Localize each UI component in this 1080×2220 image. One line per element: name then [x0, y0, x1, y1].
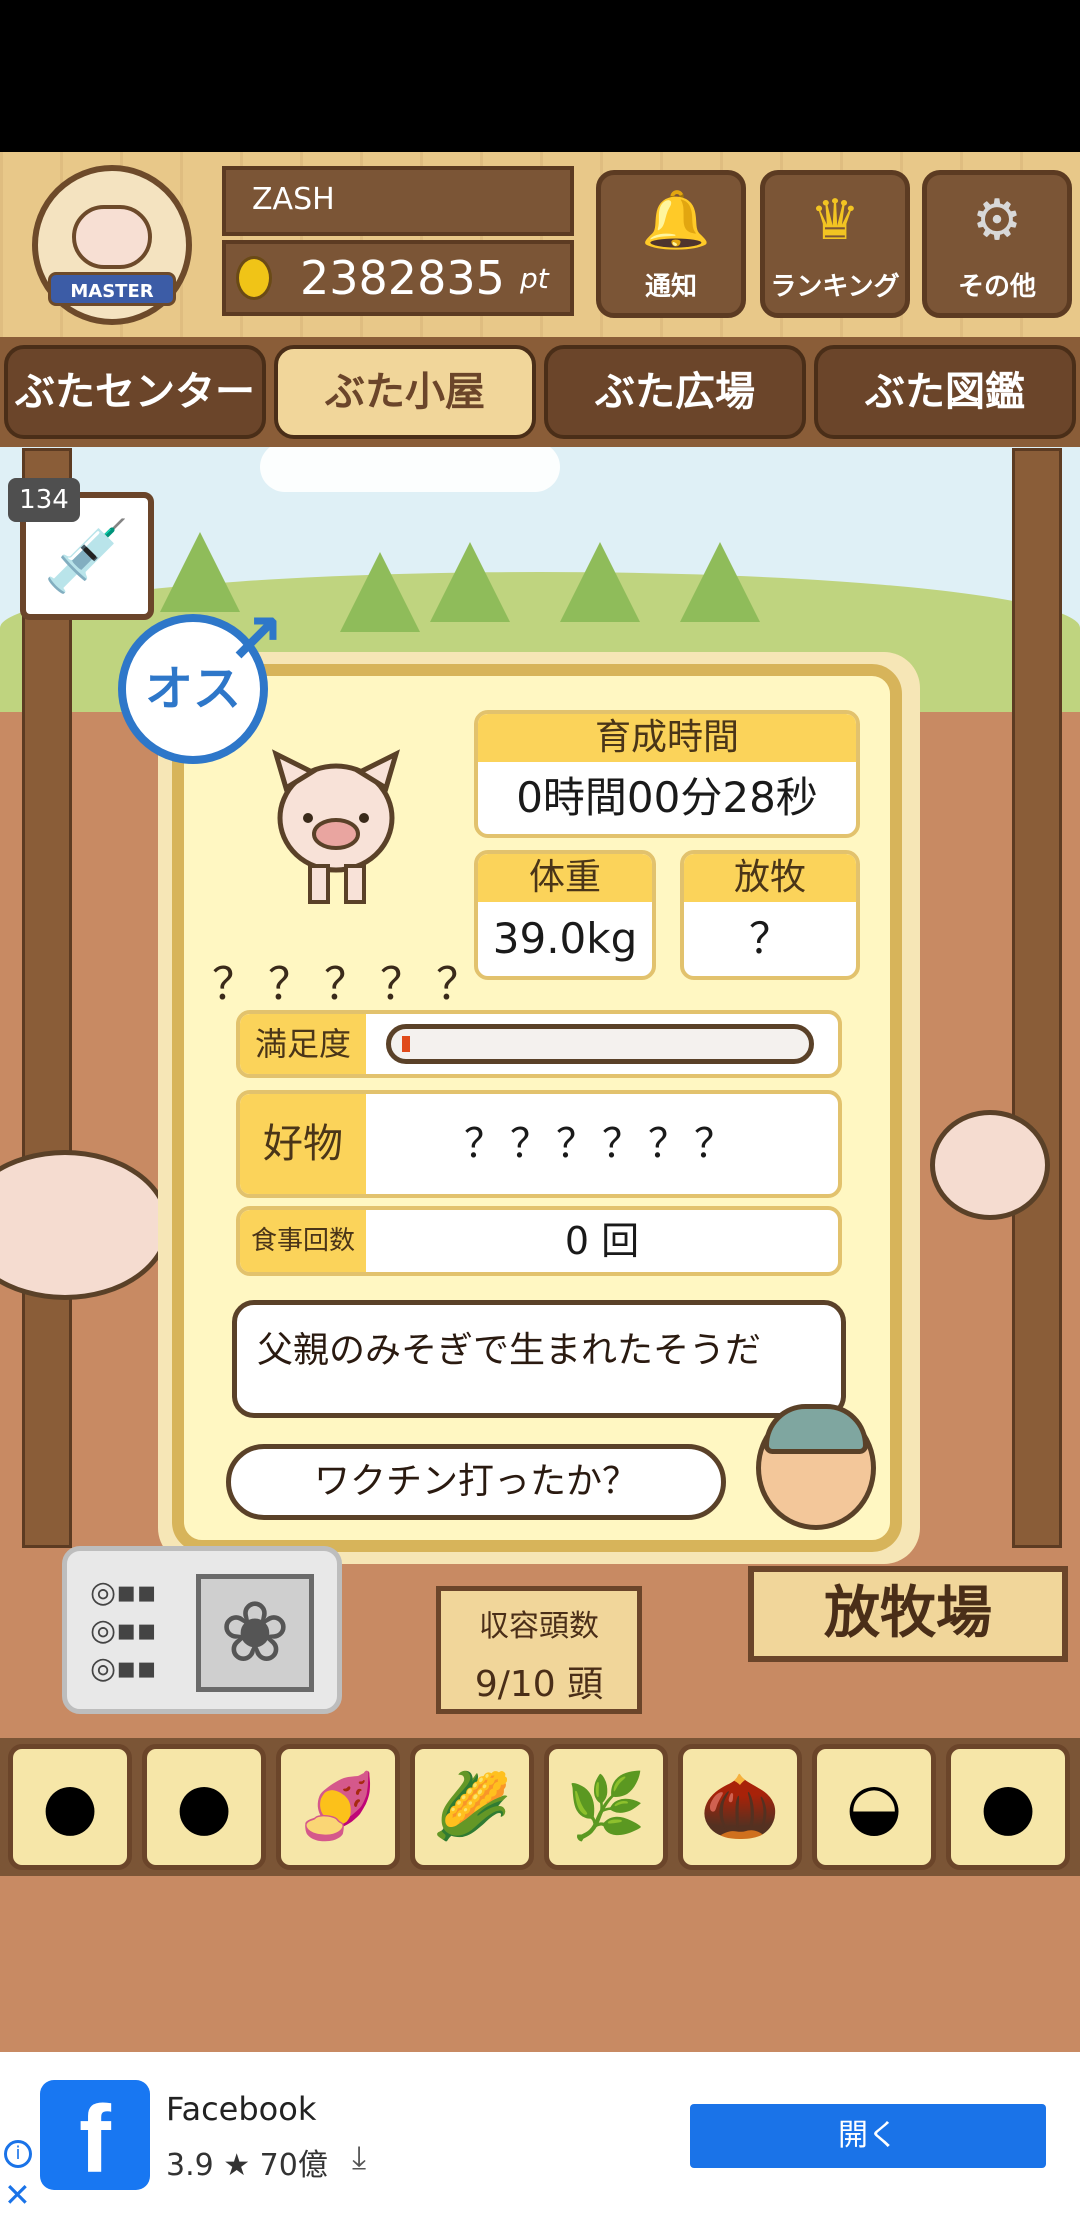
food-slot-meatballs[interactable]: ● [946, 1744, 1070, 1870]
pig-face-icon [72, 205, 152, 269]
tree [430, 542, 510, 622]
male-arrow-icon: ↗ [226, 598, 285, 680]
other-label: その他 [957, 272, 1036, 302]
weight-label: 体重 [478, 854, 652, 902]
favorite-food-row: 好物 ？？？？？？ [236, 1090, 842, 1198]
food-slot-leaves[interactable]: 🌿 [544, 1744, 668, 1870]
tree [680, 542, 760, 622]
ad-info-icon[interactable]: i [4, 2140, 32, 2168]
raising-time-box: 育成時間 0時間00分28秒 [474, 710, 860, 838]
satisfaction-label: 満足度 [240, 1014, 366, 1074]
weight-box: 体重 39.0kg [474, 850, 656, 980]
pig-sprite[interactable] [930, 1110, 1050, 1220]
capacity-label: 収容頭数 [479, 1609, 599, 1644]
tab-buta-plaza[interactable]: ぶた広場 [544, 345, 806, 439]
syringe-icon: 💉 [43, 515, 131, 597]
tab-buta-center[interactable]: ぶたセンター [4, 345, 266, 439]
cloud [260, 442, 560, 492]
satisfaction-bar [386, 1024, 814, 1064]
tree [560, 542, 640, 622]
facebook-logo-icon: f [40, 2080, 150, 2193]
food-slot-mixed-beans[interactable]: ● [142, 1744, 266, 1870]
food-slot-corn[interactable]: 🌽 [410, 1744, 534, 1870]
notification-label: 通知 [644, 272, 697, 302]
points-value: 2382835 [300, 251, 505, 305]
raising-time-value: 0時間00分28秒 [516, 773, 818, 822]
meal-count-value: 0 回 [564, 1219, 640, 1263]
other-button[interactable]: ⚙ その他 [922, 170, 1072, 318]
speech-bubble-parent: 父親のみそぎで生まれたそうだ [232, 1300, 846, 1418]
satisfaction-bar-fill [402, 1036, 410, 1052]
grazing-label: 放牧 [684, 854, 856, 902]
weight-value: 39.0kg [492, 914, 638, 963]
tab-buta-barn[interactable]: ぶた小屋 [274, 345, 536, 439]
gear-icon: ⚙ [971, 188, 1023, 253]
ad-app-name: Facebook [166, 2090, 317, 2128]
food-slot-bowl-beans[interactable]: ◒ [812, 1744, 936, 1870]
food-slot-acorn[interactable]: 🌰 [678, 1744, 802, 1870]
grazing-box: 放牧 ？ [680, 850, 860, 980]
favorite-food-value: ？？？？？？ [464, 1121, 740, 1167]
ad-open-button[interactable]: 開く [690, 2104, 1046, 2168]
bell-icon: 🔔 [641, 188, 711, 253]
acorn-icon: 🌰 [700, 1770, 780, 1844]
corn-icon: 🌽 [432, 1770, 512, 1844]
pig-portrait [271, 749, 401, 904]
ad-rating: 3.9 ★ 70億 [166, 2148, 328, 2183]
capacity-sign: 収容頭数 9/10 頭 [436, 1586, 642, 1714]
vaccine-count: 134 [8, 478, 80, 522]
notification-button[interactable]: 🔔 通知 [596, 170, 746, 318]
bowl-beans-icon: ◒ [846, 1770, 902, 1844]
dial-icons: ◎▪▪ ◎▪▪ ◎▪▪ [90, 1575, 157, 1686]
raising-time-label: 育成時間 [478, 714, 856, 762]
ad-close-icon[interactable]: ✕ [4, 2176, 31, 2214]
speech-bubble-vaccine[interactable]: ワクチン打ったか？ [226, 1444, 726, 1520]
points-unit: pt [520, 262, 549, 295]
leaves-icon: 🌿 [566, 1770, 646, 1844]
status-bar [0, 0, 1080, 152]
ranking-button[interactable]: ♛ ランキング [760, 170, 910, 318]
favorite-food-label: 好物 [240, 1094, 366, 1194]
meatballs-icon: ● [980, 1770, 1036, 1844]
grazing-value: ？ [748, 914, 791, 963]
beans-icon: ● [42, 1770, 98, 1844]
pasture-button[interactable]: 放牧場 [748, 1566, 1068, 1662]
badge-label: MASTER [48, 272, 176, 306]
ranking-label: ランキング [770, 272, 900, 302]
tab-buta-encyclopedia[interactable]: ぶた図鑑 [814, 345, 1076, 439]
fan-icon[interactable]: ❀ [196, 1574, 314, 1692]
tree [340, 552, 420, 632]
coin-icon [236, 256, 272, 300]
mixed-beans-icon: ● [176, 1770, 232, 1844]
fence-post [1012, 448, 1062, 1548]
meal-count-label: 食事回数 [240, 1210, 366, 1272]
food-slot-beans[interactable]: ● [8, 1744, 132, 1870]
player-name: ZASH [222, 166, 574, 236]
sweet-potato-icon: 🍠 [298, 1770, 378, 1844]
food-slot-sweet-potato[interactable]: 🍠 [276, 1744, 400, 1870]
meal-count-row: 食事回数 0 回 [236, 1206, 842, 1276]
download-icon: ⤓ [352, 2138, 367, 2176]
crown-icon: ♛ [809, 188, 861, 253]
pig-name: ？？？？？ [212, 959, 492, 1010]
capacity-value: 9/10 頭 [474, 1664, 604, 1705]
